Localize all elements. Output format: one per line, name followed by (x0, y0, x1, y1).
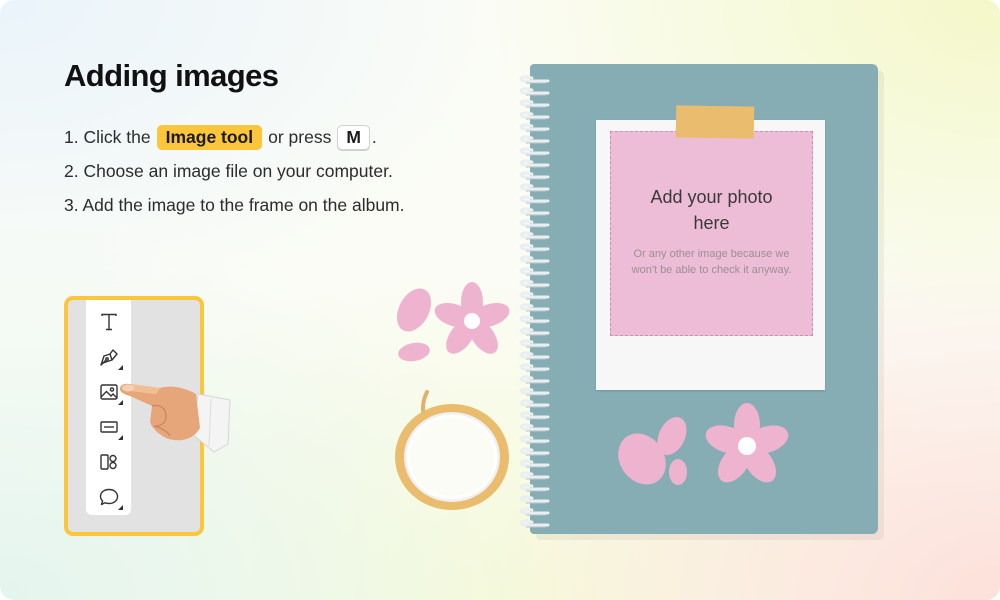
notebook-flowers (618, 403, 789, 485)
tutorial-canvas: Adding images 1. Click the Image tool or… (0, 0, 1000, 600)
